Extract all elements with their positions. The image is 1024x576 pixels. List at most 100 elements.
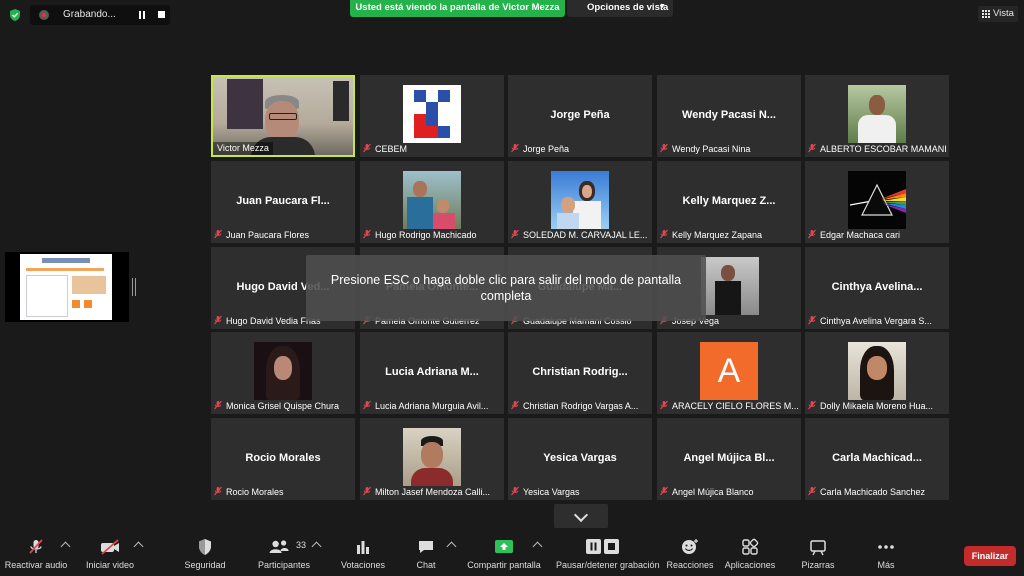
- participant-name: Edgar Machaca cari: [820, 230, 901, 240]
- avatar-letter-a: A: [700, 342, 758, 400]
- pause-stop-recording-button[interactable]: Pausar/detener grabación: [556, 538, 660, 574]
- participant-tile[interactable]: A ARACELY CIELO FLORES M...: [657, 332, 801, 414]
- share-options-caret[interactable]: [532, 541, 543, 552]
- participant-name-caption: Monica Grisel Quispe Chura: [213, 400, 342, 413]
- participant-tile[interactable]: Angel Mújica Bl... Angel Mújica Blanco: [657, 418, 801, 500]
- pause-recording-icon[interactable]: [138, 11, 146, 19]
- participant-name: Dolly Mikaela Moreno Hua...: [820, 401, 934, 411]
- whiteboards-button[interactable]: Pizarras: [796, 538, 840, 574]
- fullscreen-exit-text: Presione ESC o haga doble clic para sali…: [330, 273, 682, 303]
- participant-name: SOLEDAD M. CARVAJAL LE...: [523, 230, 648, 240]
- participant-display-name: Carla Machicad...: [832, 452, 922, 464]
- mic-muted-icon: [807, 486, 817, 496]
- participant-name: Angel Mújica Blanco: [672, 487, 754, 497]
- participant-tile[interactable]: Wendy Pacasi N... Wendy Pacasi Nina: [657, 75, 801, 157]
- participant-tile[interactable]: Cinthya Avelina... Cinthya Avelina Vergar…: [805, 247, 949, 329]
- reactions-button[interactable]: Reacciones: [664, 538, 716, 574]
- unmute-label: Reactivar audio: [4, 560, 68, 570]
- more-button[interactable]: Más: [866, 538, 906, 574]
- polls-label: Votaciones: [340, 560, 386, 570]
- mic-muted-icon: [510, 229, 520, 239]
- participants-label: Participantes: [257, 560, 311, 570]
- mic-muted-icon: [510, 143, 520, 153]
- participant-name: Carla Machicado Sanchez: [820, 487, 926, 497]
- participant-name-caption: Lucia Adriana Murguia Avil...: [362, 400, 491, 413]
- view-options-label: Opciones de vista: [587, 2, 669, 13]
- participant-tile[interactable]: ALBERTO ESCOBAR MAMANI: [805, 75, 949, 157]
- ellipsis-icon: [878, 545, 894, 549]
- participant-tile[interactable]: CEBEM: [360, 75, 504, 157]
- participant-tile[interactable]: Christian Rodrig... Christian Rodrigo Var…: [508, 332, 652, 414]
- participant-name-caption: Angel Mújica Blanco: [659, 486, 757, 499]
- end-meeting-button[interactable]: Finalizar: [964, 546, 1016, 566]
- unmute-button[interactable]: Reactivar audio: [3, 538, 69, 574]
- participant-tile[interactable]: Monica Grisel Quispe Chura: [211, 332, 355, 414]
- participant-tile[interactable]: Edgar Machaca cari: [805, 161, 949, 243]
- whiteboards-label: Pizarras: [801, 560, 835, 570]
- shared-screen-thumbnail[interactable]: [5, 252, 129, 322]
- apps-icon: [742, 538, 759, 555]
- share-screen-button[interactable]: Compartir pantalla: [467, 538, 541, 574]
- participant-display-name: Wendy Pacasi N...: [682, 109, 776, 121]
- mic-muted-icon: [29, 539, 43, 554]
- participant-display-name: Jorge Peña: [550, 109, 610, 121]
- participant-tile[interactable]: Lucia Adriana M... Lucia Adriana Murguia …: [360, 332, 504, 414]
- share-screen-label: Compartir pantalla: [467, 560, 541, 570]
- participants-count: 33: [296, 540, 307, 550]
- grid-icon: [982, 10, 990, 18]
- participant-name: Milton Jasef Mendoza Calli...: [375, 487, 491, 497]
- apps-label: Aplicaciones: [724, 560, 776, 570]
- participant-tile[interactable]: Juan Paucara Fl... Juan Paucara Flores: [211, 161, 355, 243]
- participant-name: Kelly Marquez Zapana: [672, 230, 763, 240]
- participants-button[interactable]: 33 Participantes: [254, 538, 314, 574]
- security-button[interactable]: Seguridad: [180, 538, 230, 574]
- mic-muted-icon: [659, 486, 669, 496]
- mic-muted-icon: [659, 400, 669, 410]
- participant-name-caption: Wendy Pacasi Nina: [659, 143, 753, 156]
- security-shield-icon[interactable]: [8, 8, 22, 22]
- view-button[interactable]: Vista: [978, 6, 1018, 22]
- more-label: Más: [877, 560, 895, 570]
- apps-button[interactable]: Aplicaciones: [722, 538, 778, 574]
- active-speaker-tile[interactable]: Victor Mezza: [211, 75, 355, 157]
- participant-tile[interactable]: SOLEDAD M. CARVAJAL LE...: [508, 161, 652, 243]
- participant-name-caption: Kelly Marquez Zapana: [659, 229, 765, 242]
- participant-tile[interactable]: Rocio Morales Rocio Morales: [211, 418, 355, 500]
- participant-name: Cinthya Avelina Vergara S...: [820, 316, 932, 326]
- participant-name: Jorge Peña: [523, 144, 570, 154]
- participant-tile[interactable]: Carla Machicad... Carla Machicado Sanchez: [805, 418, 949, 500]
- mic-muted-icon: [213, 229, 223, 239]
- participant-tile[interactable]: Yesica Vargas Yesica Vargas: [508, 418, 652, 500]
- participant-tile[interactable]: Kelly Marquez Z... Kelly Marquez Zapana: [657, 161, 801, 243]
- video-off-icon: [101, 539, 119, 555]
- mic-muted-icon: [362, 400, 372, 410]
- participant-name-caption: Edgar Machaca cari: [807, 229, 903, 242]
- participant-tile[interactable]: Milton Jasef Mendoza Calli...: [360, 418, 504, 500]
- chat-options-caret[interactable]: [446, 541, 457, 552]
- recording-label: Grabando...: [63, 9, 116, 20]
- participant-name-caption: ARACELY CIELO FLORES M...: [659, 400, 800, 413]
- participant-tile[interactable]: Dolly Mikaela Moreno Hua...: [805, 332, 949, 414]
- chat-button[interactable]: Chat: [406, 538, 446, 574]
- view-button-label: Vista: [993, 8, 1014, 19]
- start-video-label: Iniciar video: [85, 560, 135, 570]
- panel-resize-handle[interactable]: [132, 278, 136, 296]
- polls-button[interactable]: Votaciones: [336, 538, 390, 574]
- participant-name: Victor Mezza: [217, 143, 269, 153]
- start-video-button[interactable]: Iniciar video: [80, 538, 140, 574]
- share-arrow-icon: [495, 540, 513, 553]
- participant-name-caption: Rocio Morales: [213, 486, 287, 499]
- participant-display-name: Cinthya Avelina...: [831, 281, 923, 293]
- participant-display-name: Lucia Adriana M...: [385, 366, 479, 378]
- participant-name: ALBERTO ESCOBAR MAMANI: [820, 144, 947, 154]
- view-options-dropdown[interactable]: Opciones de vista ▼: [567, 0, 673, 17]
- security-label: Seguridad: [184, 560, 226, 570]
- collapse-toolbar-button[interactable]: [554, 504, 608, 528]
- photo-dolly: [848, 342, 906, 400]
- participant-display-name: Juan Paucara Fl...: [236, 195, 330, 207]
- participant-tile[interactable]: Jorge Peña Jorge Peña: [508, 75, 652, 157]
- stop-recording-icon[interactable]: [158, 11, 165, 18]
- participant-name-caption: Christian Rodrigo Vargas A...: [510, 400, 641, 413]
- fullscreen-exit-hint: Presione ESC o haga doble clic para sali…: [306, 255, 706, 321]
- participant-tile[interactable]: Hugo Rodrigo Machicado: [360, 161, 504, 243]
